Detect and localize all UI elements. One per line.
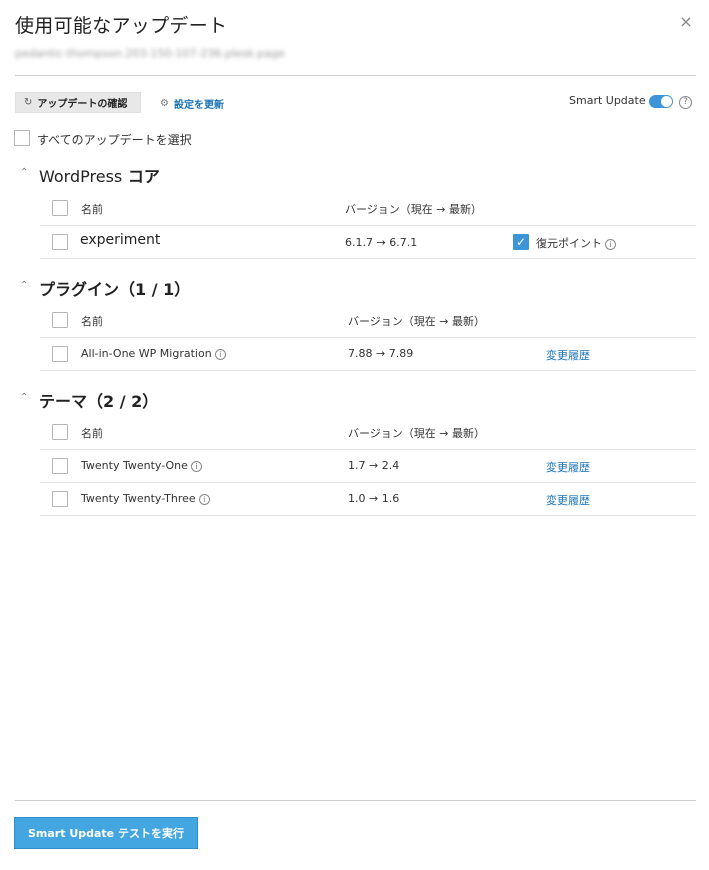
theme-row-version: 1.7 → 2.4	[348, 459, 400, 472]
restore-point-label: 復元ポイント i	[536, 235, 616, 251]
section-title-themes: テーマ（2 / 2）	[39, 392, 159, 411]
theme-row-checkbox[interactable]	[52, 458, 68, 474]
theme-row-version: 1.0 → 1.6	[348, 492, 400, 505]
row-divider	[40, 337, 696, 338]
core-col-name: 名前	[81, 203, 103, 216]
chevron-up-icon[interactable]: ⌃	[20, 167, 30, 178]
plugins-col-name: 名前	[81, 315, 103, 328]
plugin-changelog-link[interactable]: 変更履歴	[546, 347, 590, 363]
theme-row-name-text: Twenty Twenty-Three	[81, 492, 196, 505]
theme-row-name-text: Twenty Twenty-One	[81, 459, 188, 472]
themes-col-version: バージョン（現在 → 最新）	[348, 427, 485, 440]
select-all-checkbox[interactable]	[14, 130, 30, 146]
plugin-row-name: All-in-One WP Migration i	[81, 347, 226, 360]
section-title-plugins: プラグイン（1 / 1）	[39, 280, 191, 299]
restore-point-checkbox[interactable]: ✓	[513, 234, 529, 250]
gear-icon: ⚙	[160, 98, 169, 109]
row-divider	[40, 449, 696, 450]
update-settings-label: 設定を更新	[173, 100, 224, 111]
plugin-row-checkbox[interactable]	[52, 346, 68, 362]
theme-row-name: Twenty Twenty-Three i	[81, 492, 210, 505]
core-col-version: バージョン（現在 → 最新）	[345, 203, 482, 216]
themes-col-name: 名前	[81, 427, 103, 440]
themes-header-checkbox[interactable]	[52, 424, 68, 440]
core-row-version: 6.1.7 → 6.7.1	[345, 236, 418, 249]
theme-row-name: Twenty Twenty-One i	[81, 459, 202, 472]
plugin-row-version: 7.88 → 7.89	[348, 347, 414, 360]
smart-update-toggle[interactable]	[649, 95, 673, 108]
check-updates-button[interactable]: ↻ アップデートの確認	[15, 92, 141, 113]
plugins-header-checkbox[interactable]	[52, 312, 68, 328]
chevron-up-icon[interactable]: ⌃	[20, 392, 30, 403]
toggle-knob	[661, 96, 672, 107]
select-all-label: すべてのアップデートを選択	[37, 133, 192, 147]
row-divider	[40, 482, 696, 483]
row-divider	[40, 370, 696, 371]
dialog-title: 使用可能なアップデート	[15, 15, 228, 37]
section-title-core-latin: WordPress	[39, 167, 123, 186]
theme-changelog-link[interactable]: 変更履歴	[546, 492, 590, 508]
section-title-core: WordPress コア	[39, 163, 160, 187]
info-icon[interactable]: i	[214, 348, 226, 360]
site-domain: pedantic-thompson.203-150-107-236.plesk.…	[15, 47, 285, 60]
row-divider	[40, 258, 696, 259]
help-icon[interactable]: ?	[679, 96, 692, 109]
theme-changelog-link[interactable]: 変更履歴	[546, 459, 590, 475]
core-row-name: experiment	[80, 232, 161, 248]
core-header-checkbox[interactable]	[52, 200, 68, 216]
row-divider	[40, 225, 696, 226]
section-title-core-jp: コア	[127, 167, 160, 186]
update-settings-link[interactable]: ⚙ 設定を更新	[160, 96, 224, 111]
plugin-row-name-text: All-in-One WP Migration	[81, 347, 212, 360]
refresh-icon: ↻	[24, 97, 33, 108]
run-smart-update-test-button[interactable]: Smart Update テストを実行	[14, 817, 198, 849]
footer-divider	[15, 800, 696, 801]
theme-row-checkbox[interactable]	[52, 491, 68, 507]
info-icon[interactable]: i	[198, 493, 210, 505]
restore-point-text: 復元ポイント	[536, 237, 602, 250]
row-divider	[40, 515, 696, 516]
info-icon[interactable]: i	[190, 460, 202, 472]
header-divider	[15, 75, 696, 76]
info-icon[interactable]: i	[605, 238, 616, 250]
check-updates-label: アップデートの確認	[37, 99, 128, 110]
core-row-checkbox[interactable]	[52, 234, 68, 250]
plugins-col-version: バージョン（現在 → 最新）	[348, 315, 485, 328]
smart-update-label: Smart Update	[569, 94, 646, 107]
chevron-up-icon[interactable]: ⌃	[20, 280, 30, 291]
close-icon[interactable]: ×	[678, 14, 694, 30]
